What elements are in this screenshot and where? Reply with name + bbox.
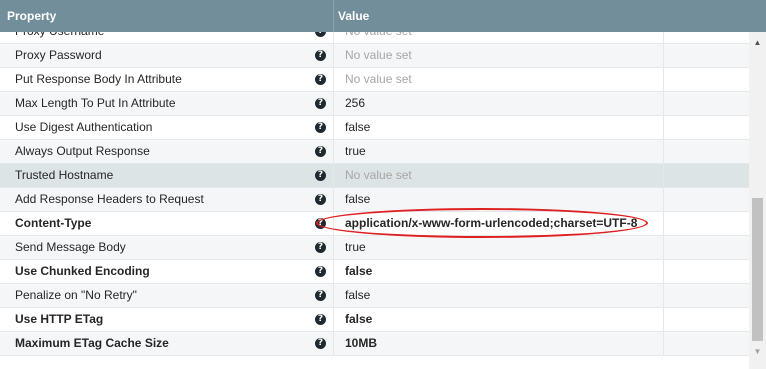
property-name-cell: Maximum ETag Cache Size? [0, 332, 334, 355]
property-value-cell[interactable]: false [334, 188, 664, 211]
property-value: false [345, 120, 371, 134]
table-body: Proxy Username?No value setProxy Passwor… [0, 20, 749, 356]
property-value: false [345, 264, 373, 278]
property-value-cell[interactable]: application/x-www-form-urlencoded;charse… [334, 212, 664, 235]
properties-table: Property Value Proxy Username?No value s… [0, 0, 766, 369]
property-value: true [345, 240, 366, 254]
property-name: Content-Type [15, 216, 92, 230]
property-row[interactable]: Put Response Body In Attribute? No value … [0, 68, 749, 92]
property-name: Max Length To Put In Attribute [15, 96, 176, 110]
property-row[interactable]: Add Response Headers to Request? false [0, 188, 749, 212]
property-name-cell: Put Response Body In Attribute? [0, 68, 334, 91]
property-name: Use HTTP ETag [15, 312, 104, 326]
property-name: Send Message Body [15, 240, 126, 254]
property-name-cell: Proxy Password? [0, 44, 334, 67]
property-value-cell[interactable]: false [334, 308, 664, 331]
property-name: Add Response Headers to Request [15, 192, 204, 206]
property-value-cell[interactable]: false [334, 260, 664, 283]
property-name: Use Chunked Encoding [15, 264, 150, 278]
question-circle-icon[interactable]: ? [315, 314, 326, 325]
property-name-cell: Send Message Body? [0, 236, 334, 259]
property-name: Penalize on "No Retry" [15, 288, 137, 302]
property-name: Proxy Password [15, 48, 102, 62]
property-name: Maximum ETag Cache Size [15, 336, 169, 350]
property-row[interactable]: Use HTTP ETag? false [0, 308, 749, 332]
property-value-cell[interactable]: false [334, 116, 664, 139]
property-value: 256 [345, 96, 366, 110]
question-circle-icon[interactable]: ? [315, 290, 326, 301]
scroll-down-arrow-icon[interactable]: ▼ [749, 345, 766, 359]
question-circle-icon[interactable]: ? [315, 50, 326, 61]
property-name-cell: Use HTTP ETag? [0, 308, 334, 331]
property-value: 10MB [345, 336, 378, 350]
property-name: Always Output Response [15, 144, 150, 158]
property-column-header[interactable]: Property [7, 0, 332, 32]
property-value: No value set [345, 72, 412, 86]
question-circle-icon[interactable]: ? [315, 266, 326, 277]
question-circle-icon[interactable]: ? [315, 218, 326, 229]
property-value-cell[interactable]: No value set [334, 68, 664, 91]
property-name-cell: Add Response Headers to Request? [0, 188, 334, 211]
question-circle-icon[interactable]: ? [315, 194, 326, 205]
property-name-cell: Penalize on "No Retry"? [0, 284, 334, 307]
property-name-cell: Use Digest Authentication? [0, 116, 334, 139]
question-circle-icon[interactable]: ? [315, 170, 326, 181]
property-value-cell[interactable]: No value set [334, 44, 664, 67]
value-column-header[interactable]: Value [338, 0, 658, 32]
question-circle-icon[interactable]: ? [315, 242, 326, 253]
property-value: false [345, 288, 371, 302]
question-circle-icon[interactable]: ? [315, 98, 326, 109]
scrollbar-thumb[interactable] [752, 198, 763, 341]
property-row[interactable]: Max Length To Put In Attribute? 256 [0, 92, 749, 116]
property-row[interactable]: Penalize on "No Retry"? false [0, 284, 749, 308]
property-row[interactable]: Send Message Body? true [0, 236, 749, 260]
property-row[interactable]: Trusted Hostname? No value set [0, 164, 749, 188]
property-row[interactable]: Use Digest Authentication? false [0, 116, 749, 140]
property-name: Trusted Hostname [15, 168, 114, 182]
property-value-cell[interactable]: 256 [334, 92, 664, 115]
property-value: No value set [345, 168, 412, 182]
column-divider [333, 0, 334, 32]
property-row[interactable]: Proxy Password? No value set [0, 44, 749, 68]
scroll-up-arrow-icon[interactable]: ▲ [749, 36, 766, 50]
table-header: Property Value [0, 0, 766, 32]
property-row[interactable]: Use Chunked Encoding? false [0, 260, 749, 284]
vertical-scrollbar[interactable]: ▲ ▼ [749, 32, 766, 369]
question-circle-icon[interactable]: ? [315, 338, 326, 349]
property-value: false [345, 312, 373, 326]
property-value: false [345, 192, 371, 206]
question-circle-icon[interactable]: ? [315, 146, 326, 157]
question-circle-icon[interactable]: ? [315, 74, 326, 85]
property-value: application/x-www-form-urlencoded;charse… [345, 216, 638, 230]
property-name-cell: Content-Type? [0, 212, 334, 235]
property-name: Put Response Body In Attribute [15, 72, 182, 86]
property-value-cell[interactable]: No value set [334, 164, 664, 187]
property-value: true [345, 144, 366, 158]
property-name: Use Digest Authentication [15, 120, 153, 134]
property-row[interactable]: Maximum ETag Cache Size? 10MB [0, 332, 749, 356]
property-value-cell[interactable]: true [334, 236, 664, 259]
property-name-cell: Max Length To Put In Attribute? [0, 92, 334, 115]
property-value-cell[interactable]: false [334, 284, 664, 307]
property-name-cell: Use Chunked Encoding? [0, 260, 334, 283]
property-name-cell: Always Output Response? [0, 140, 334, 163]
property-value-cell[interactable]: 10MB [334, 332, 664, 355]
property-name-cell: Trusted Hostname? [0, 164, 334, 187]
property-value-cell[interactable]: true [334, 140, 664, 163]
property-row[interactable]: Always Output Response? true [0, 140, 749, 164]
property-value: No value set [345, 48, 412, 62]
property-row[interactable]: Content-Type? application/x-www-form-urle… [0, 212, 749, 236]
question-circle-icon[interactable]: ? [315, 122, 326, 133]
